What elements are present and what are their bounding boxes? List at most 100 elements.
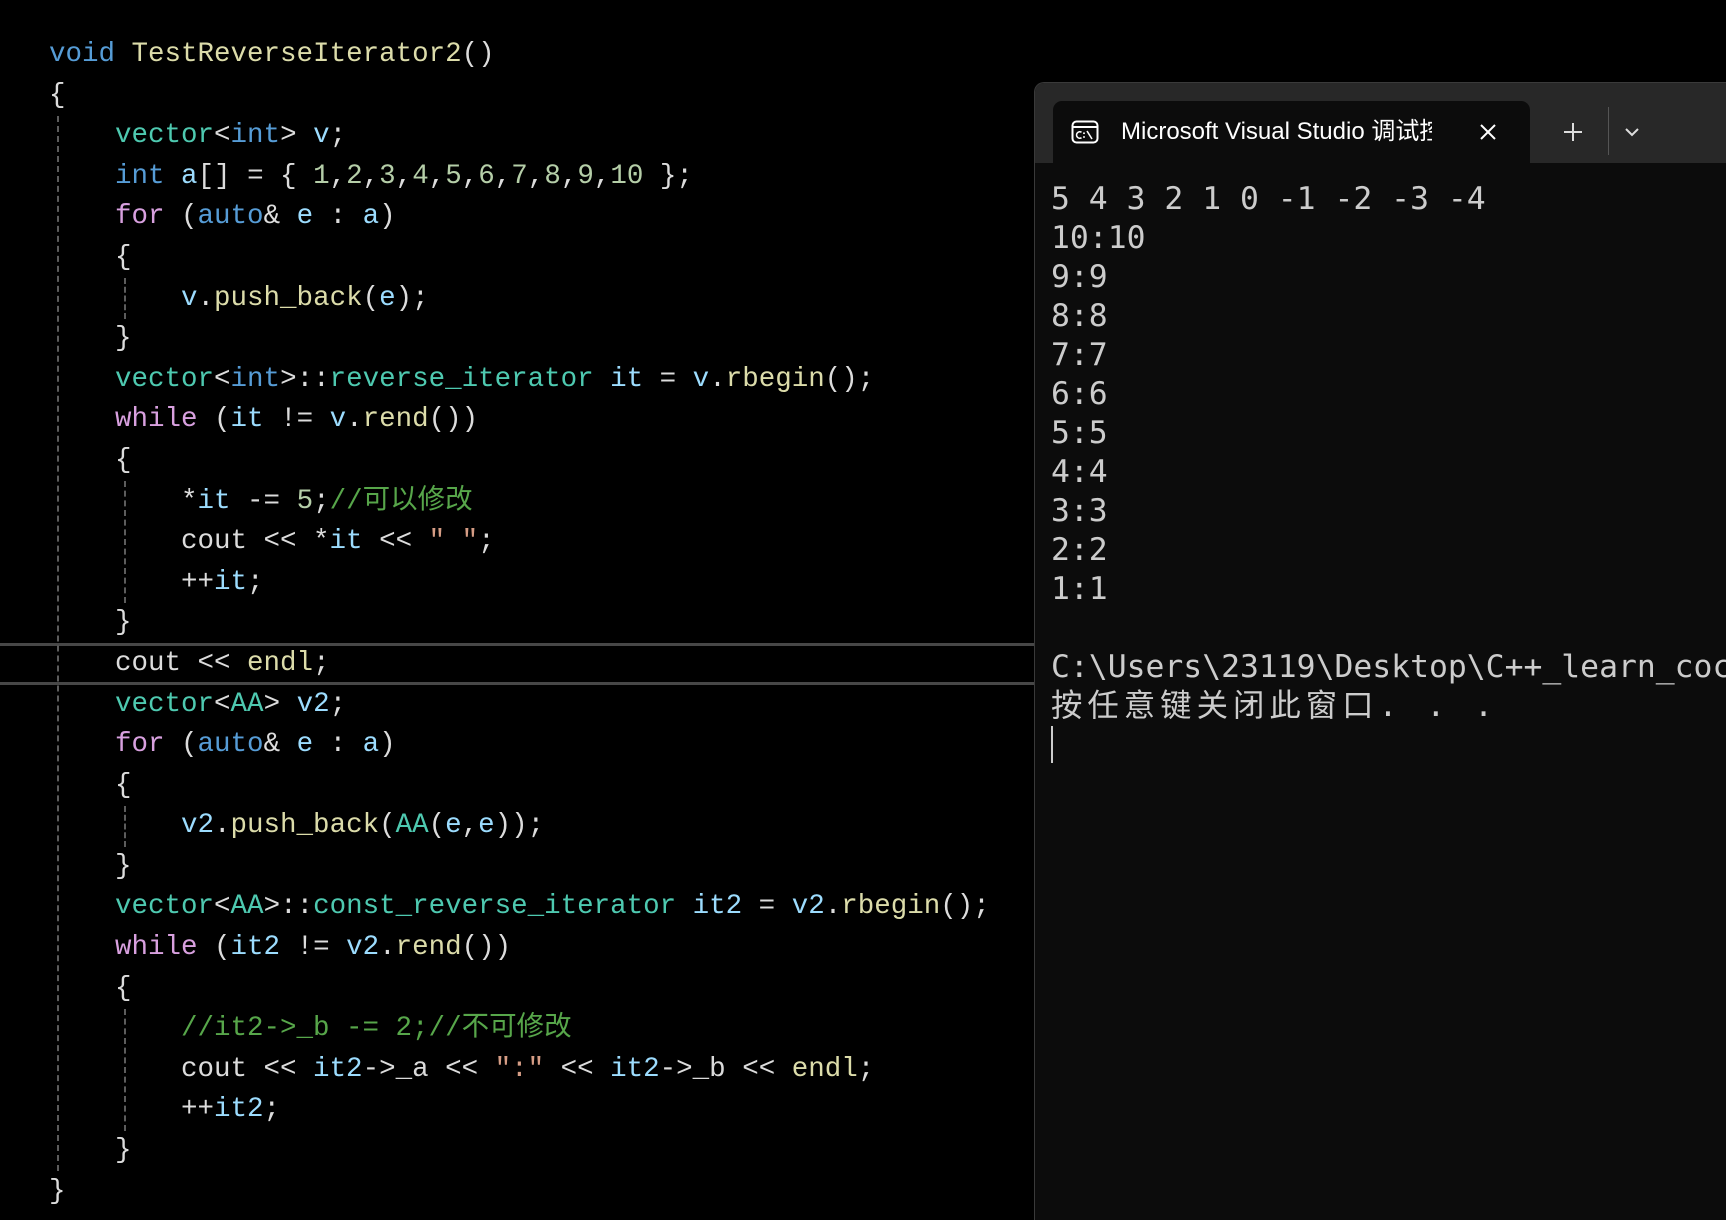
code-token: } [49,323,132,355]
code-token: , [461,810,479,842]
code-line[interactable]: ++it; [49,563,1019,604]
code-token: e [478,810,495,842]
code-token: ; [247,566,264,598]
code-token: _b [692,1053,726,1085]
code-line[interactable]: *it -= 5;//可以修改 [49,482,1019,523]
code-line[interactable]: { [49,76,1019,117]
code-token: 3 [379,160,396,192]
tab-dropdown-button[interactable] [1622,123,1642,141]
code-line[interactable]: { [49,766,1019,807]
code-token: ); [395,282,429,314]
code-token: a [362,729,380,761]
code-token: for [49,729,165,761]
code-line[interactable]: for (auto& e : a) [49,725,1019,766]
new-tab-button[interactable] [1562,121,1584,143]
code-line[interactable]: } [49,319,1019,360]
code-line[interactable]: cout << it2->_a << ":" << it2->_b << end… [49,1050,1019,1091]
code-line[interactable]: v2.push_back(AA(e,e)); [49,806,1019,847]
chevron-down-icon [1625,128,1639,137]
code-token: } [49,607,132,639]
code-token: . [214,810,231,842]
code-token: e [296,729,314,761]
code-line[interactable]: v.push_back(e); [49,279,1019,320]
code-token: ; [263,1094,281,1126]
code-token: << [544,1053,611,1085]
code-token: endl [247,647,314,679]
code-token: v2 [296,688,330,720]
code-line[interactable]: } [49,1131,1019,1172]
terminal-output-line: 9:9 [1051,259,1108,295]
code-token: e [296,201,314,233]
code-line[interactable]: while (it2 != v2.rend()) [49,928,1019,969]
code-token: , [461,160,479,192]
code-token: 7 [511,160,528,192]
code-token: ()) [461,932,512,964]
code-token: it2 [230,932,281,964]
terminal-window[interactable]: Microsoft Visual Studio 调试控 5 4 3 2 1 0 … [1034,82,1726,1220]
code-line[interactable]: void TestReverseIterator2() [49,35,1019,76]
code-line[interactable]: cout << endl; [49,644,1019,685]
terminal-output-line: 2:2 [1051,532,1108,568]
terminal-tab-row: Microsoft Visual Studio 调试控 [1035,83,1726,163]
code-line[interactable]: { [49,238,1019,279]
code-token: != [280,932,347,964]
code-token: _a [395,1053,429,1085]
code-token: (); [940,891,990,923]
code-line[interactable]: vector<int> v; [49,116,1019,157]
code-text-area[interactable]: void TestReverseIterator2(){ vector<int>… [49,35,1019,1212]
code-line[interactable]: for (auto& e : a) [49,197,1019,238]
code-token: { [49,241,132,273]
code-token: //可以修改 [329,485,473,517]
code-token: cout << [49,647,248,679]
code-token: . [346,404,363,436]
plus-icon [1564,123,1582,141]
tab-row-divider [1608,107,1609,155]
code-token: ( [197,404,231,436]
code-token: a [362,201,380,233]
close-icon [1480,124,1496,140]
code-line[interactable]: vector<int>::reverse_iterator it = v.rbe… [49,360,1019,401]
tab-title: Microsoft Visual Studio 调试控 [1121,118,1432,145]
code-token: << [428,1053,495,1085]
code-token: while [49,404,198,436]
code-line[interactable]: { [49,969,1019,1010]
code-line[interactable]: ++it2; [49,1090,1019,1131]
code-token: , [494,160,512,192]
code-line[interactable]: int a[] = { 1,2,3,4,5,6,7,8,9,10 }; [49,157,1019,198]
code-token: ( [428,810,446,842]
code-token: > [280,120,314,152]
code-line[interactable]: vector<AA> v2; [49,685,1019,726]
code-line[interactable]: while (it != v.rend()) [49,400,1019,441]
code-line[interactable]: vector<AA>::const_reverse_iterator it2 =… [49,887,1019,928]
code-token: < [214,891,231,923]
code-token: AA [230,688,264,720]
code-token: ( [164,729,198,761]
code-token: rbegin [725,363,825,395]
code-token: < [214,688,231,720]
terminal-tab[interactable]: Microsoft Visual Studio 调试控 [1053,101,1530,163]
code-token: . [709,363,726,395]
code-line[interactable]: } [49,603,1019,644]
code-token: , [362,160,380,192]
code-token: ( [362,282,380,314]
terminal-cursor [1051,726,1053,763]
code-token: cout << * [49,526,330,558]
code-line[interactable]: { [49,441,1019,482]
code-token: ++ [49,566,215,598]
code-token: it2 [214,1094,264,1126]
code-token: >:: [263,891,314,923]
code-line[interactable]: } [49,1172,1019,1213]
code-token: it [230,404,264,436]
code-token: ++ [49,1094,215,1126]
code-token: it2 [610,1053,660,1085]
code-line[interactable]: //it2->_b -= 2;//不可修改 [49,1009,1019,1050]
code-editor[interactable]: void TestReverseIterator2(){ vector<int>… [0,0,1035,1220]
code-token: v [313,120,330,152]
close-tab-button[interactable] [1478,122,1498,142]
code-line[interactable]: cout << *it << " "; [49,522,1019,563]
code-line[interactable]: } [49,847,1019,888]
code-token: != [263,404,330,436]
terminal-output[interactable]: 5 4 3 2 1 0 -1 -2 -3 -4 10:10 9:9 8:8 7:7 6:6… [1051,180,1726,726]
code-token: )); [494,810,545,842]
